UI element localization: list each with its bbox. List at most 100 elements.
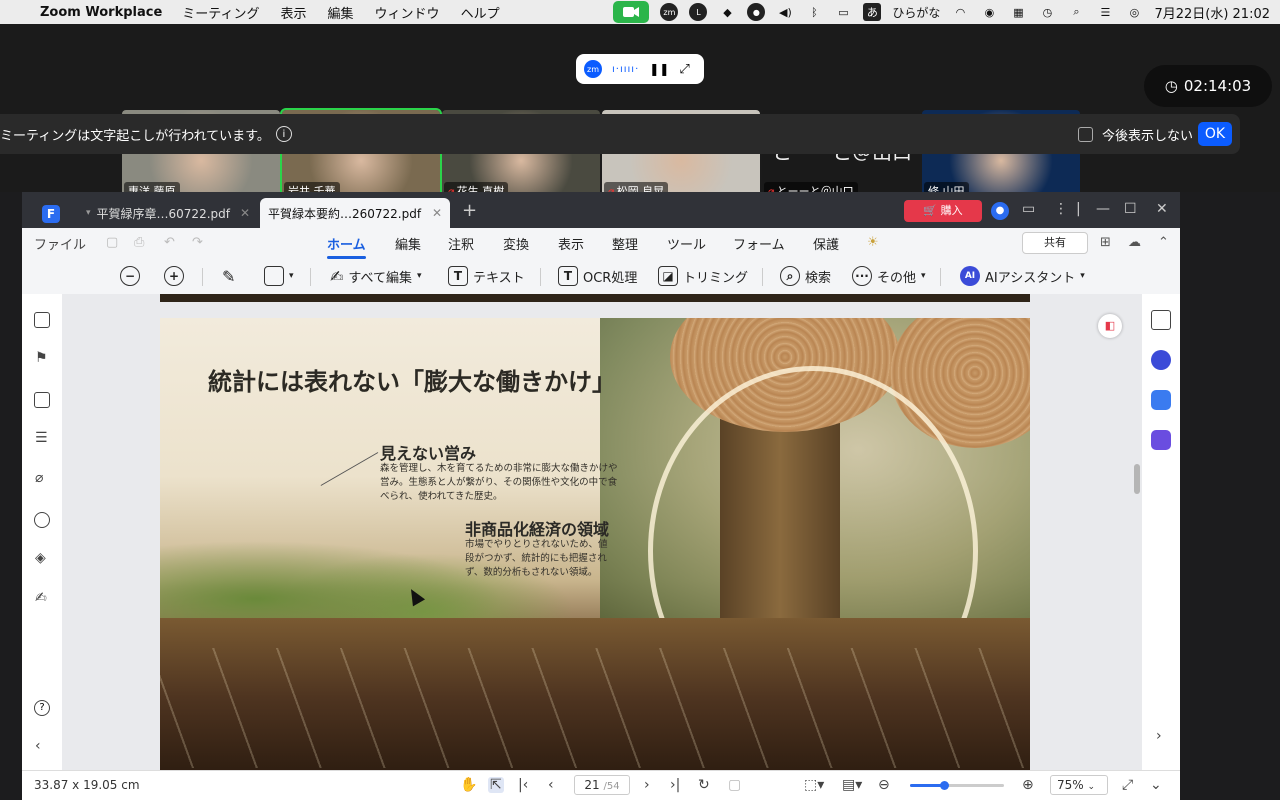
time-machine-icon[interactable]: ◷ bbox=[1038, 3, 1056, 21]
input-mode-icon[interactable]: あ bbox=[863, 3, 882, 21]
zoom-out-status-icon[interactable]: ⊖ bbox=[878, 777, 890, 793]
user-icon[interactable]: ◉ bbox=[980, 3, 998, 21]
volume-icon[interactable]: ◀) bbox=[776, 3, 794, 21]
more-button[interactable]: ··· その他 ▾ bbox=[852, 264, 926, 288]
tab-tools[interactable]: ツール bbox=[667, 234, 706, 253]
properties-sliders-icon[interactable] bbox=[1151, 310, 1171, 330]
close-tab-icon[interactable]: ✕ bbox=[432, 206, 442, 220]
crop-button[interactable]: ◪ トリミング bbox=[658, 264, 748, 288]
select-tool-icon[interactable]: ⇱ bbox=[488, 777, 504, 793]
collapse-ribbon-icon[interactable]: ⌃ bbox=[1158, 235, 1169, 250]
expand-panel-icon[interactable]: › bbox=[1156, 728, 1162, 744]
dropbox-icon[interactable]: ◆ bbox=[718, 3, 736, 21]
menu-window[interactable]: ウィンドウ bbox=[375, 3, 440, 22]
close-window-icon[interactable]: ✕ bbox=[1156, 201, 1168, 217]
tab-edit[interactable]: 編集 bbox=[395, 234, 421, 253]
shape-button[interactable]: ▾ bbox=[264, 264, 294, 288]
zoom-in-button[interactable]: + bbox=[164, 264, 184, 288]
lightbulb-icon[interactable]: ☀ bbox=[867, 235, 879, 250]
zoom-tray-icon[interactable]: zm bbox=[660, 3, 679, 21]
pause-icon[interactable]: ❚❚ bbox=[649, 62, 669, 76]
feedback-icon[interactable]: ▭ bbox=[1022, 201, 1035, 217]
checklist-icon[interactable] bbox=[1151, 430, 1171, 450]
tab-pdf-1[interactable]: ▾ 平賀緑序章…60722.pdf ✕ bbox=[78, 198, 258, 228]
tab-annotate[interactable]: 注釈 bbox=[448, 234, 474, 253]
save-icon[interactable]: ▢ bbox=[106, 235, 118, 250]
layers-list-icon[interactable]: ☰ bbox=[35, 430, 48, 446]
add-text-button[interactable]: T テキスト bbox=[448, 264, 525, 288]
prev-page-icon[interactable]: ‹ bbox=[548, 777, 554, 793]
tab-pdf-2[interactable]: 平賀緑本要約…260722.pdf ✕ bbox=[260, 198, 450, 228]
zoom-slider[interactable] bbox=[910, 781, 1004, 790]
siri-icon[interactable]: ◎ bbox=[1125, 3, 1143, 21]
tab-protect[interactable]: 保護 bbox=[813, 234, 839, 253]
edit-all-button[interactable]: ✍ すべて編集 ▾ bbox=[330, 264, 422, 288]
tab-view[interactable]: 表示 bbox=[558, 234, 584, 253]
ai-chatbot-icon[interactable] bbox=[1151, 350, 1171, 370]
page-thumbnail-icon[interactable] bbox=[34, 312, 50, 328]
vertical-scrollbar[interactable] bbox=[1134, 464, 1140, 494]
maximize-icon[interactable]: ☐ bbox=[1124, 201, 1137, 217]
layers-icon[interactable]: ◈ bbox=[35, 550, 46, 566]
search-panel-icon[interactable] bbox=[34, 512, 50, 528]
document-canvas[interactable]: 統計には表れない「膨大な働きかけ」 見えない営み 森を管理し、木を育てるための非… bbox=[62, 294, 1142, 770]
new-tab-icon[interactable]: + bbox=[462, 200, 477, 221]
last-page-icon[interactable]: ›| bbox=[670, 777, 680, 793]
bluetooth-icon[interactable]: ᛒ bbox=[805, 3, 823, 21]
file-menu[interactable]: ファイル bbox=[34, 234, 86, 253]
hierarchy-icon[interactable]: ⊞ bbox=[1100, 235, 1111, 250]
page-number-field[interactable]: 21 /54 bbox=[574, 775, 630, 795]
share-button[interactable]: 共有 bbox=[1022, 232, 1088, 254]
battery-icon[interactable]: ▭ bbox=[834, 3, 852, 21]
close-tab-icon[interactable]: ✕ bbox=[240, 206, 250, 220]
undo-icon[interactable]: ↶ bbox=[164, 235, 175, 250]
signature-icon[interactable]: ✍ bbox=[35, 590, 47, 606]
zoom-camera-status-icon[interactable] bbox=[613, 1, 650, 23]
translate-icon[interactable] bbox=[1151, 390, 1171, 410]
comment-icon[interactable] bbox=[34, 392, 50, 408]
ai-assistant-button[interactable]: AI AIアシスタント ▾ bbox=[960, 264, 1085, 288]
zoom-level-select[interactable]: 75% ⌄ bbox=[1050, 775, 1108, 795]
tab-home[interactable]: ホーム bbox=[327, 234, 366, 259]
print-icon[interactable]: ⎙ bbox=[134, 235, 144, 250]
fit-width-icon[interactable]: ⬚▾ bbox=[804, 777, 824, 793]
redo-icon[interactable]: ↷ bbox=[192, 235, 203, 250]
spotlight-search-icon[interactable]: ⌕ bbox=[1067, 3, 1085, 21]
minimize-icon[interactable]: — bbox=[1096, 201, 1110, 217]
attachment-icon[interactable]: ⌀ bbox=[35, 470, 43, 486]
highlight-button[interactable]: ✎ bbox=[222, 264, 235, 288]
fit-icon[interactable]: ▢ bbox=[728, 777, 741, 793]
bookmark-icon[interactable]: ⚑ bbox=[35, 350, 48, 366]
cloud-upload-icon[interactable]: ☁ bbox=[1128, 235, 1141, 250]
line-tray-icon[interactable]: L bbox=[689, 3, 708, 21]
menu-edit[interactable]: 編集 bbox=[328, 3, 354, 22]
ok-button[interactable]: OK bbox=[1198, 122, 1232, 146]
pdf-convert-float-icon[interactable]: ◧ bbox=[1098, 314, 1122, 338]
tab-convert[interactable]: 変換 bbox=[503, 234, 529, 253]
zoom-out-button[interactable]: − bbox=[120, 264, 140, 288]
more-status-icon[interactable]: ⌄ bbox=[1150, 777, 1162, 793]
tab-form[interactable]: フォーム bbox=[733, 234, 785, 253]
buy-button[interactable]: 🛒 購入 bbox=[904, 200, 982, 222]
pdf-page[interactable]: 統計には表れない「膨大な働きかけ」 見えない営み 森を管理し、木を育てるための非… bbox=[160, 318, 1030, 770]
info-icon[interactable]: i bbox=[275, 126, 292, 142]
input-mode-label[interactable]: ひらがな bbox=[892, 4, 940, 21]
tab-organize[interactable]: 整理 bbox=[612, 234, 638, 253]
app-menu[interactable]: Zoom Workplace bbox=[40, 5, 162, 20]
help-icon[interactable]: ? bbox=[34, 700, 50, 716]
menu-meeting[interactable]: ミーティング bbox=[182, 3, 259, 22]
account-avatar-icon[interactable]: ● bbox=[991, 202, 1009, 220]
menu-help[interactable]: ヘルプ bbox=[461, 3, 500, 22]
search-button[interactable]: ⌕ 検索 bbox=[780, 264, 831, 288]
zoom-in-status-icon[interactable]: ⊕ bbox=[1022, 777, 1034, 793]
more-options-icon[interactable]: ⋮ bbox=[1054, 201, 1068, 217]
wifi-icon[interactable]: ◠ bbox=[951, 3, 969, 21]
clock-datetime[interactable]: 7月22日(水) 21:02 bbox=[1154, 3, 1270, 22]
menu-view[interactable]: 表示 bbox=[281, 3, 307, 22]
dont-show-checkbox[interactable] bbox=[1078, 127, 1093, 142]
collapse-sidebar-icon[interactable]: ‹ bbox=[35, 738, 41, 754]
expand-icon[interactable]: ⤢ bbox=[679, 62, 689, 77]
first-page-icon[interactable]: |‹ bbox=[518, 777, 528, 793]
fullscreen-icon[interactable]: ⤢ bbox=[1122, 777, 1133, 793]
control-center-icon[interactable]: ☰ bbox=[1096, 3, 1114, 21]
